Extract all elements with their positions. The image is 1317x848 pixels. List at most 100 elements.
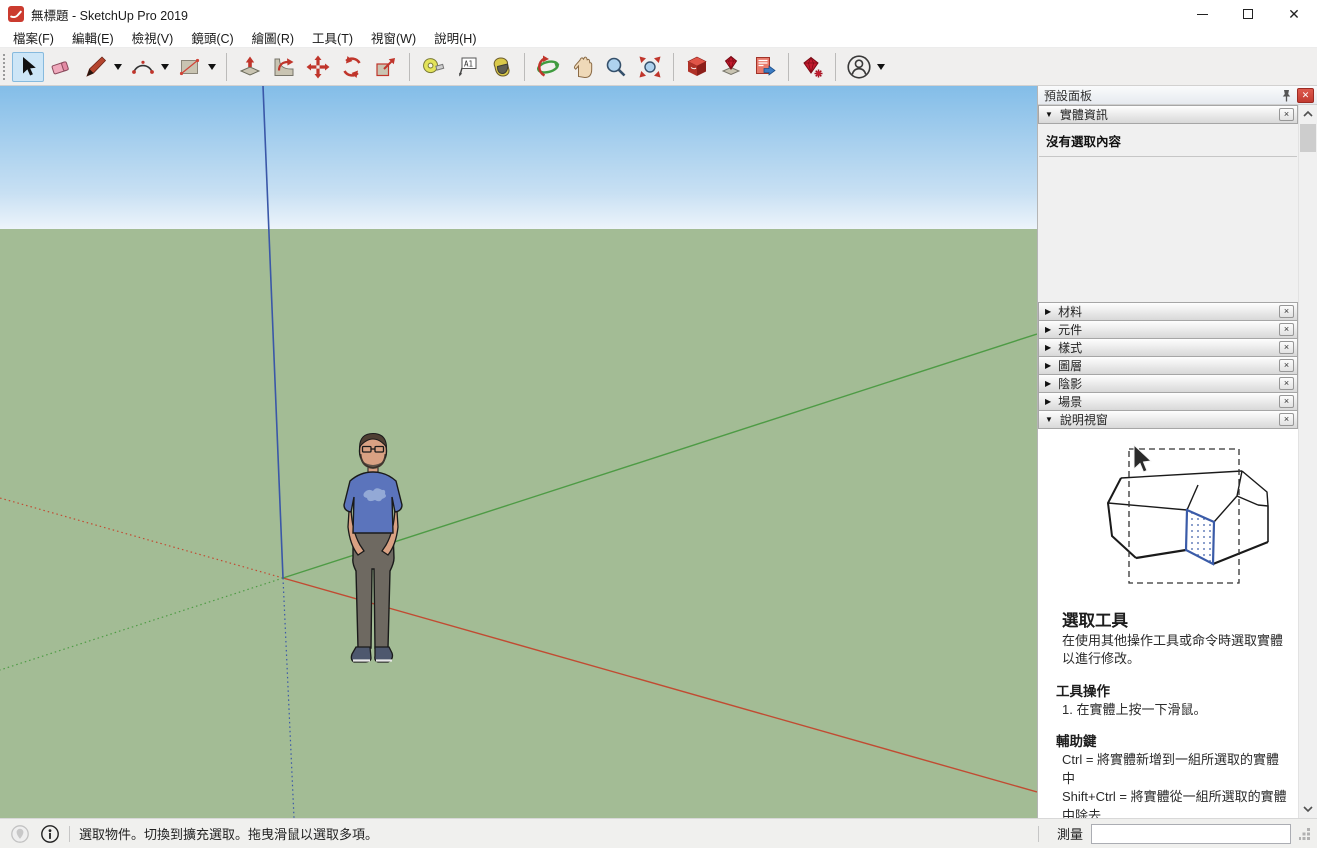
- account-dropdown[interactable]: [877, 64, 885, 70]
- select-tool-button[interactable]: [12, 52, 44, 82]
- arc-tool-button[interactable]: [127, 52, 159, 82]
- section-materials-close-button[interactable]: ×: [1279, 305, 1294, 318]
- rectangle-tool-dropdown[interactable]: [208, 64, 216, 70]
- cursor-arrow-icon: [15, 54, 41, 80]
- sky: [0, 86, 1037, 229]
- account-button[interactable]: [843, 52, 875, 82]
- instructor-modifier-ctrl: Ctrl = 將實體新增到一組所選取的實體中: [1062, 751, 1290, 788]
- section-styles-label: 樣式: [1058, 339, 1082, 356]
- pan-tool-button[interactable]: [566, 52, 598, 82]
- menu-window[interactable]: 視窗(W): [362, 26, 425, 49]
- tape-measure-tool-button[interactable]: [417, 52, 449, 82]
- scale-tool-button[interactable]: [370, 52, 402, 82]
- toolbar-separator: [524, 53, 525, 81]
- default-tray-panel: 預設面板 ✕ ▼ 實體資訊 × 沒有選取: [1037, 86, 1317, 818]
- menu-edit[interactable]: 編輯(E): [63, 26, 123, 49]
- section-components-header[interactable]: ▶ 元件 ×: [1038, 320, 1298, 339]
- tray-sections: ▼ 實體資訊 × 沒有選取內容 ▶ 材料 × ▶: [1038, 105, 1298, 818]
- extension-manager-gem-icon: [799, 54, 825, 80]
- minimize-button[interactable]: [1179, 0, 1225, 28]
- status-hint-text: 選取物件。切換到擴充選取。拖曳滑鼠以選取多項。: [79, 824, 378, 843]
- scroll-up-button[interactable]: [1299, 105, 1317, 123]
- auto-hide-pin-button[interactable]: [1278, 88, 1294, 103]
- scrollbar-track[interactable]: [1299, 153, 1317, 800]
- rectangle-tool-button[interactable]: [174, 52, 206, 82]
- section-scenes-header[interactable]: ▶ 場景 ×: [1038, 392, 1298, 411]
- share-model-icon: [752, 54, 778, 80]
- pan-hand-icon: [569, 54, 595, 80]
- zoom-extents-tool-button[interactable]: [634, 52, 666, 82]
- credits-info-button[interactable]: [40, 824, 60, 844]
- offset-icon: [271, 54, 297, 80]
- magnifier-icon: [603, 54, 629, 80]
- tray-titlebar[interactable]: 預設面板 ✕: [1038, 86, 1317, 105]
- scroll-down-button[interactable]: [1299, 800, 1317, 818]
- section-styles-header[interactable]: ▶ 樣式 ×: [1038, 338, 1298, 357]
- section-styles-close-button[interactable]: ×: [1279, 341, 1294, 354]
- collapse-triangle-icon: ▼: [1045, 415, 1053, 424]
- 3d-warehouse-button[interactable]: [681, 52, 713, 82]
- orbit-tool-button[interactable]: [532, 52, 564, 82]
- line-tool-button[interactable]: [80, 52, 112, 82]
- extension-manager-button[interactable]: [796, 52, 828, 82]
- section-layers-close-button[interactable]: ×: [1279, 359, 1294, 372]
- sketchup-window: 無標題 - SketchUp Pro 2019 ✕ 檔案(F) 編輯(E) 檢視…: [0, 0, 1317, 848]
- menu-camera[interactable]: 鏡頭(C): [182, 26, 242, 49]
- paint-bucket-tool-button[interactable]: [485, 52, 517, 82]
- section-materials-header[interactable]: ▶ 材料 ×: [1038, 302, 1298, 321]
- extension-warehouse-button[interactable]: [715, 52, 747, 82]
- section-shadows-label: 陰影: [1058, 375, 1082, 392]
- line-tool-dropdown[interactable]: [114, 64, 122, 70]
- rotate-tool-button[interactable]: [336, 52, 368, 82]
- statusbar-separator: [1038, 826, 1039, 842]
- offset-tool-button[interactable]: [268, 52, 300, 82]
- share-model-button[interactable]: [749, 52, 781, 82]
- expand-triangle-icon: ▶: [1045, 325, 1051, 334]
- section-components-close-button[interactable]: ×: [1279, 323, 1294, 336]
- zoom-tool-button[interactable]: [600, 52, 632, 82]
- push-pull-tool-button[interactable]: [234, 52, 266, 82]
- section-instructor-close-button[interactable]: ×: [1279, 413, 1294, 426]
- text-tool-button[interactable]: A1: [451, 52, 483, 82]
- section-scenes-close-button[interactable]: ×: [1279, 395, 1294, 408]
- divider: [1039, 156, 1297, 157]
- menu-tools[interactable]: 工具(T): [303, 26, 362, 49]
- measurements-input[interactable]: [1091, 824, 1291, 844]
- eraser-tool-button[interactable]: [46, 52, 78, 82]
- section-materials-label: 材料: [1058, 303, 1082, 320]
- section-layers-header[interactable]: ▶ 圖層 ×: [1038, 356, 1298, 375]
- collapse-triangle-icon: ▼: [1045, 110, 1053, 119]
- eraser-icon: [49, 54, 75, 80]
- geolocation-status-button[interactable]: [10, 824, 30, 844]
- menu-draw[interactable]: 繪圖(R): [243, 26, 303, 49]
- section-entity-info-header[interactable]: ▼ 實體資訊 ×: [1038, 105, 1298, 124]
- section-shadows-header[interactable]: ▶ 陰影 ×: [1038, 374, 1298, 393]
- section-instructor-header[interactable]: ▼ 說明視窗 ×: [1038, 410, 1298, 429]
- menu-file[interactable]: 檔案(F): [4, 26, 63, 49]
- rectangle-icon: [177, 54, 203, 80]
- section-entity-info-close-button[interactable]: ×: [1279, 108, 1294, 121]
- menu-help[interactable]: 說明(H): [425, 26, 485, 49]
- section-shadows-close-button[interactable]: ×: [1279, 377, 1294, 390]
- instructor-step-1: 1. 在實體上按一下滑鼠。: [1062, 701, 1290, 719]
- arc-tool-dropdown[interactable]: [161, 64, 169, 70]
- statusbar: 選取物件。切換到擴充選取。拖曳滑鼠以選取多項。 測量: [0, 818, 1317, 848]
- maximize-icon: [1243, 9, 1253, 19]
- scrollbar-thumb[interactable]: [1300, 124, 1316, 152]
- tray-scrollbar[interactable]: [1298, 105, 1317, 818]
- close-button[interactable]: ✕: [1271, 0, 1317, 28]
- drawing-viewport[interactable]: [0, 86, 1037, 818]
- info-icon: [40, 824, 60, 844]
- toolbar-separator: [788, 53, 789, 81]
- resize-grip-icon: [1299, 828, 1311, 840]
- maximize-button[interactable]: [1225, 0, 1271, 28]
- move-tool-button[interactable]: [302, 52, 334, 82]
- tray-close-button[interactable]: ✕: [1297, 88, 1314, 103]
- menu-view[interactable]: 檢視(V): [123, 26, 183, 49]
- resize-grip[interactable]: [1299, 828, 1311, 840]
- person-shirt: [344, 472, 402, 533]
- text-label-icon: A1: [454, 54, 480, 80]
- svg-text:A1: A1: [464, 59, 473, 68]
- instructor-modifier-shift-ctrl: Shift+Ctrl = 將實體從一組所選取的實體中除去: [1062, 788, 1290, 818]
- toolbar-drag-handle[interactable]: [3, 54, 8, 80]
